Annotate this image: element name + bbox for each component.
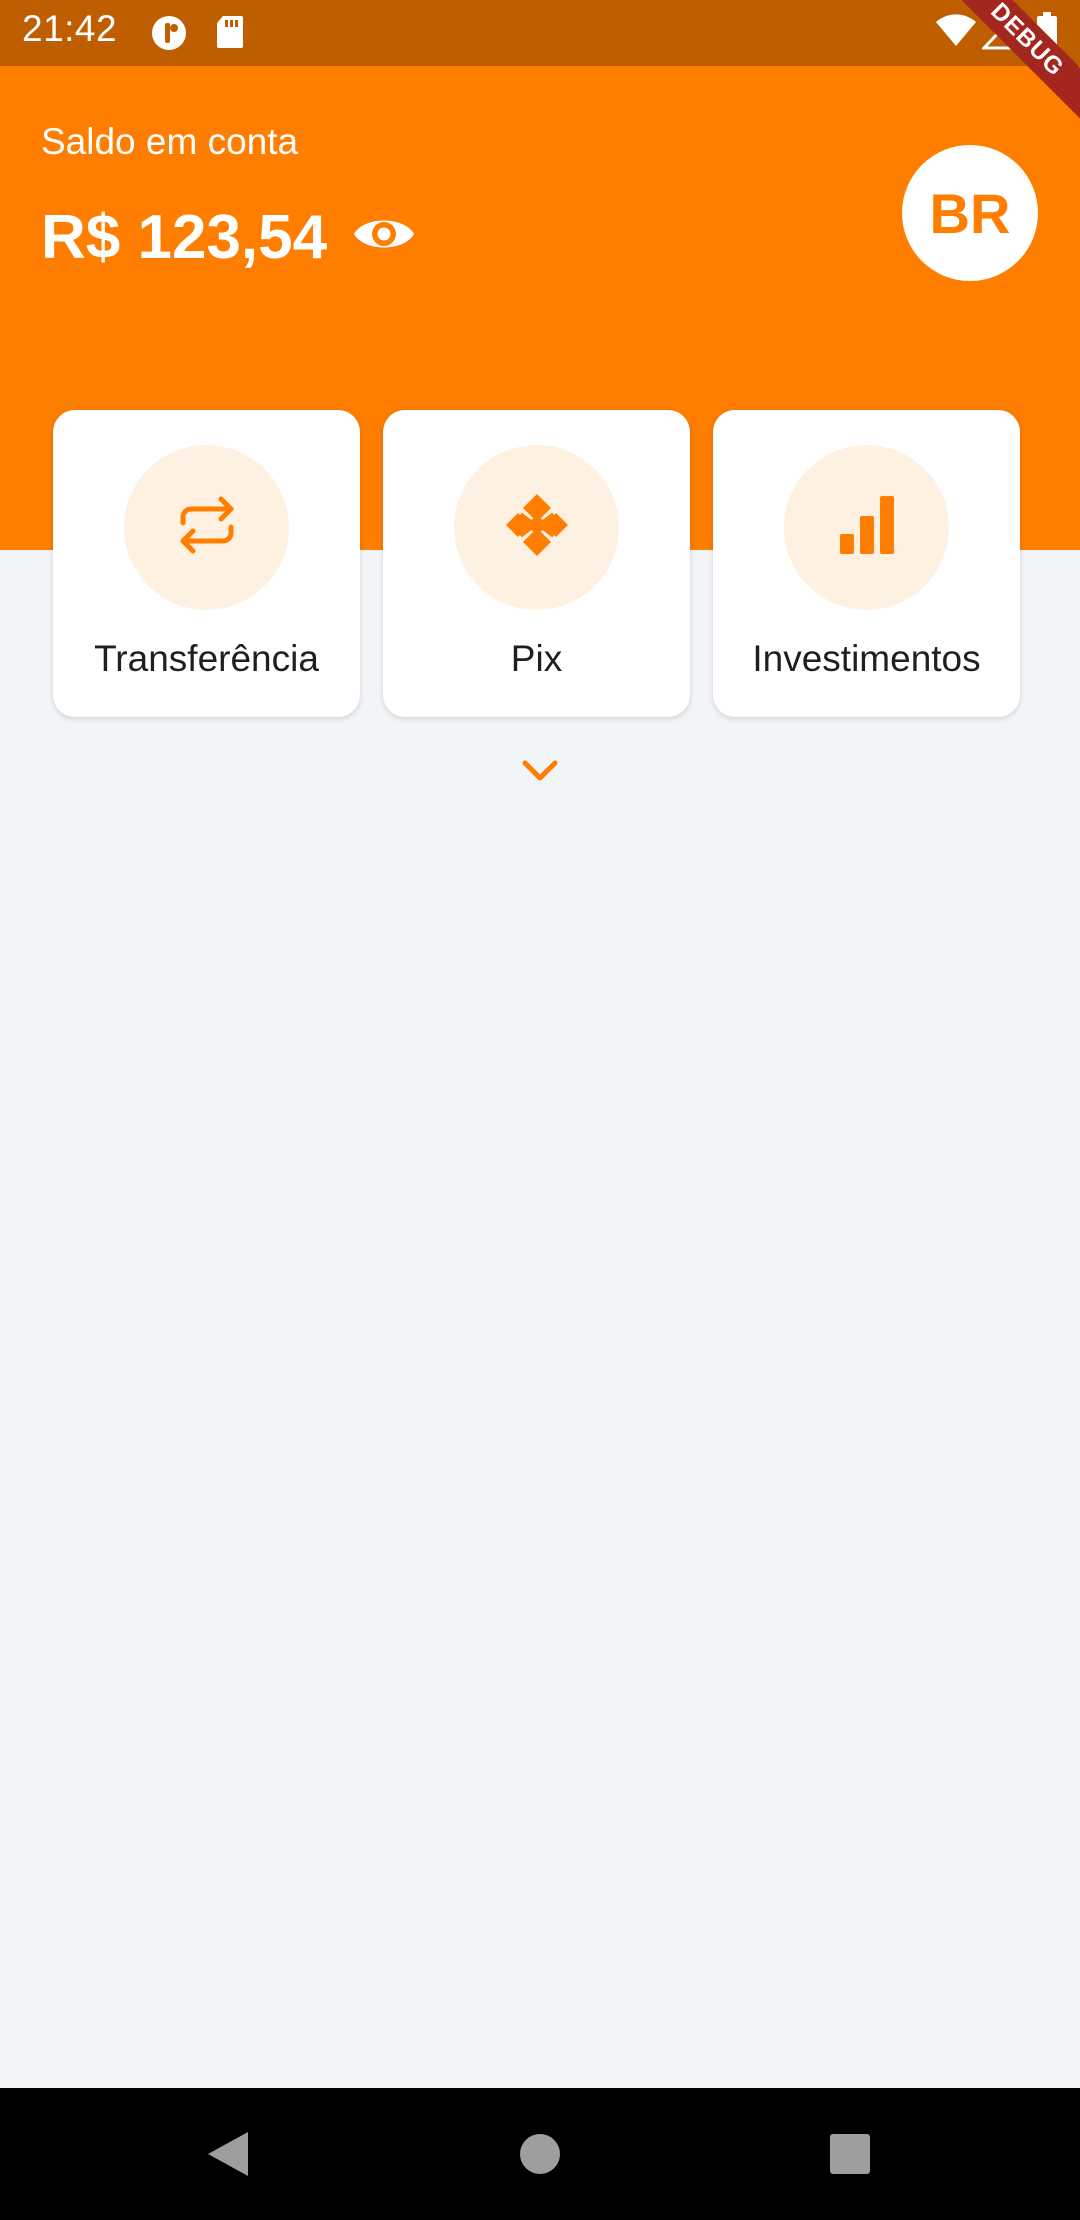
pix-icon bbox=[502, 490, 572, 565]
transfer-icon bbox=[175, 493, 239, 562]
recents-icon[interactable] bbox=[822, 2126, 878, 2182]
balance-value: R$ 123,54 bbox=[41, 203, 328, 272]
pix-icon-circle bbox=[454, 445, 619, 610]
investments-icon-circle bbox=[784, 445, 949, 610]
avatar[interactable]: BR bbox=[902, 145, 1038, 281]
status-time: 21:42 bbox=[22, 8, 118, 49]
transfer-card[interactable]: Transferência bbox=[53, 410, 360, 717]
transfer-icon-circle bbox=[124, 445, 289, 610]
investments-card[interactable]: Investimentos bbox=[713, 410, 1020, 717]
balance-label: Saldo em conta bbox=[41, 121, 299, 162]
transfer-label: Transferência bbox=[94, 638, 319, 679]
pix-card[interactable]: Pix bbox=[383, 410, 690, 717]
status-bar: 21:42 bbox=[0, 0, 1080, 66]
home-screen: 21:42 Saldo em conta R$ 123,54 BR DEBUG … bbox=[0, 0, 1080, 2220]
chevron-down-icon[interactable] bbox=[521, 758, 559, 784]
eye-icon[interactable] bbox=[352, 208, 416, 260]
app-notification-icon bbox=[150, 14, 188, 57]
wifi-icon bbox=[935, 12, 977, 53]
bar-chart-icon bbox=[838, 494, 896, 561]
system-nav-bar bbox=[0, 2088, 1080, 2220]
sd-card-icon bbox=[215, 14, 245, 55]
back-icon[interactable] bbox=[200, 2126, 256, 2182]
pix-label: Pix bbox=[510, 638, 563, 679]
investments-label: Investimentos bbox=[752, 638, 981, 679]
home-icon[interactable] bbox=[512, 2126, 568, 2182]
